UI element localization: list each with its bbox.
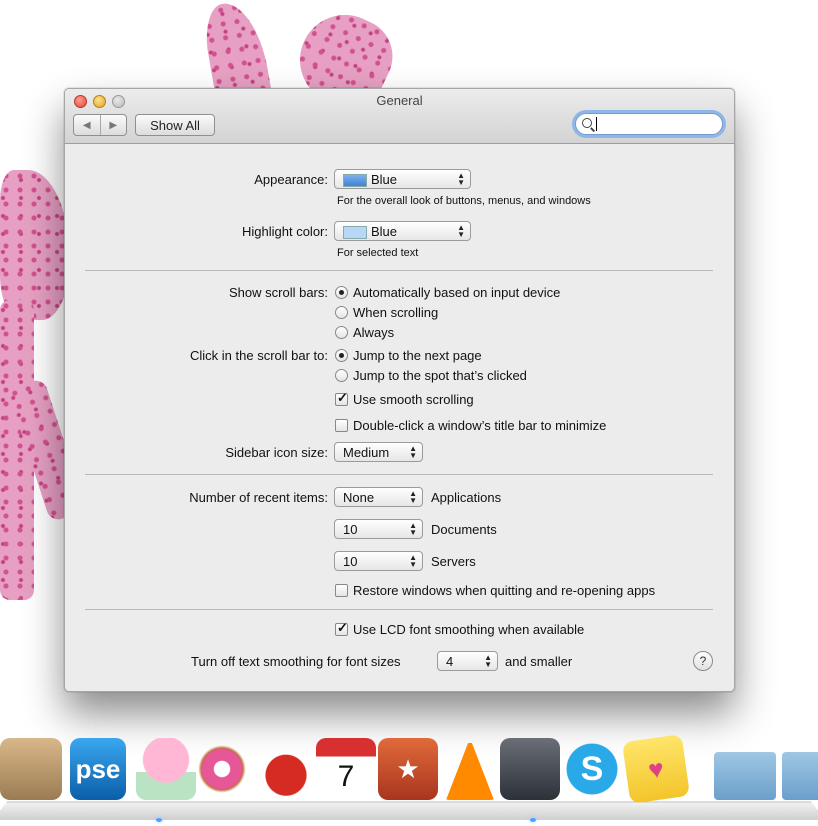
running-indicator [530, 818, 536, 822]
radio-automatically[interactable] [335, 286, 348, 299]
popup-value: 10 [343, 522, 358, 537]
help-button[interactable]: ? [693, 651, 713, 671]
monitor-app-icon[interactable] [500, 738, 560, 800]
forward-button[interactable]: ▶ [99, 115, 127, 135]
click-scroll-label: Click in the scroll bar to: [190, 348, 328, 363]
radio-label: Always [353, 325, 395, 340]
calendar-icon[interactable]: 7 [316, 738, 376, 800]
checkbox-label: Use smooth scrolling [353, 392, 474, 407]
recent-servers-caption: Servers [431, 554, 476, 569]
popup-value: 10 [343, 554, 358, 569]
color-swatch [343, 226, 367, 239]
search-icon [582, 118, 592, 128]
back-forward-group: ◀ ▶ [73, 114, 127, 136]
reeder-icon[interactable]: ★ [378, 738, 438, 800]
appearance-popup[interactable]: Blue ▲ ▼ [334, 169, 471, 189]
separator [85, 270, 713, 271]
skype-icon[interactable]: S [562, 738, 622, 800]
popup-arrows-icon: ▲ ▼ [409, 444, 417, 460]
appearance-hint: For the overall look of buttons, menus, … [337, 195, 591, 207]
recent-applications-popup[interactable]: None ▲ ▼ [334, 487, 423, 507]
highlight-hint: For selected text [337, 247, 419, 259]
scroll-bars-label: Show scroll bars: [229, 285, 328, 300]
titlebar: General ◀ ▶ Show All [65, 89, 734, 144]
popup-arrows-icon: ▲ ▼ [409, 489, 417, 505]
chevron-right-icon: ▶ [109, 119, 118, 131]
general-preferences-window: General ◀ ▶ Show All Appearance: Blue ▲ ▼… [64, 88, 735, 692]
sidebar-icon-label: Sidebar icon size: [225, 445, 328, 460]
recent-documents-caption: Documents [431, 522, 497, 537]
radio-label: When scrolling [353, 305, 439, 320]
sidebar-icon-popup[interactable]: Medium ▲ ▼ [334, 442, 423, 462]
popup-arrows-icon: ▲ ▼ [457, 171, 465, 187]
restore-windows-checkbox[interactable] [335, 584, 348, 597]
angry-birds-icon[interactable] [256, 738, 316, 800]
sidebar-icon-value: Medium [343, 445, 390, 460]
donut-icon[interactable] [192, 738, 252, 800]
popup-value: None [343, 490, 375, 505]
cupcake-icon[interactable] [136, 738, 196, 800]
separator [85, 474, 713, 475]
recent-applications-caption: Applications [431, 490, 502, 505]
checkbox-label: Double-click a window’s title bar to min… [353, 418, 607, 433]
font-size-popup[interactable]: 4 ▲ ▼ [437, 651, 498, 671]
sticky-notes-icon[interactable]: ♥ [621, 734, 691, 804]
photoshop-elements-icon[interactable]: pse [70, 738, 126, 800]
window-title: General [376, 93, 423, 108]
checkbox-label: Use LCD font smoothing when available [353, 622, 585, 637]
mail-stamp-icon[interactable] [0, 738, 62, 800]
vlc-cone-icon[interactable] [446, 738, 494, 800]
smooth-scrolling-checkbox[interactable] [335, 390, 348, 406]
checkbox-label: Restore windows when quitting and re-ope… [353, 583, 656, 598]
highlight-label: Highlight color: [242, 224, 328, 239]
dock: pse 7 ★ S ♥ [0, 734, 818, 826]
text-smoothing-suffix: and smaller [505, 654, 573, 669]
popup-arrows-icon: ▲ ▼ [484, 653, 492, 669]
popup-arrows-icon: ▲ ▼ [409, 553, 417, 569]
radio-jump-next-page[interactable] [335, 349, 348, 362]
folder-icon[interactable] [782, 752, 818, 800]
radio-label: Automatically based on input device [353, 285, 561, 300]
popup-arrows-icon: ▲ ▼ [409, 521, 417, 537]
popup-value: 4 [446, 654, 454, 669]
back-button[interactable]: ◀ [74, 115, 100, 135]
color-swatch [343, 174, 367, 187]
chevron-left-icon: ◀ [82, 119, 91, 131]
show-all-button[interactable]: Show All [135, 114, 215, 136]
recent-items-label: Number of recent items: [189, 490, 328, 505]
text-smoothing-prefix: Turn off text smoothing for font sizes [191, 654, 401, 669]
radio-label: Jump to the next page [353, 348, 482, 363]
highlight-value: Blue [371, 224, 398, 239]
radio-when-scrolling[interactable] [335, 306, 348, 319]
popup-arrows-icon: ▲ ▼ [457, 223, 465, 239]
running-indicator [156, 818, 162, 822]
radio-always[interactable] [335, 326, 348, 339]
recent-servers-popup[interactable]: 10 ▲ ▼ [334, 551, 423, 571]
highlight-popup[interactable]: Blue ▲ ▼ [334, 221, 471, 241]
recent-documents-popup[interactable]: 10 ▲ ▼ [334, 519, 423, 539]
double-click-minimize-checkbox[interactable] [335, 419, 348, 432]
documents-folder-icon[interactable] [714, 752, 776, 800]
desktop-wallpaper-shape [0, 170, 70, 320]
lcd-smoothing-checkbox[interactable] [335, 620, 348, 636]
text-caret [596, 117, 597, 131]
radio-label: Jump to the spot that’s clicked [353, 368, 527, 383]
separator [85, 609, 713, 610]
search-input[interactable] [575, 113, 723, 135]
radio-jump-to-spot[interactable] [335, 369, 348, 382]
appearance-value: Blue [371, 172, 398, 187]
appearance-label: Appearance: [254, 172, 328, 187]
